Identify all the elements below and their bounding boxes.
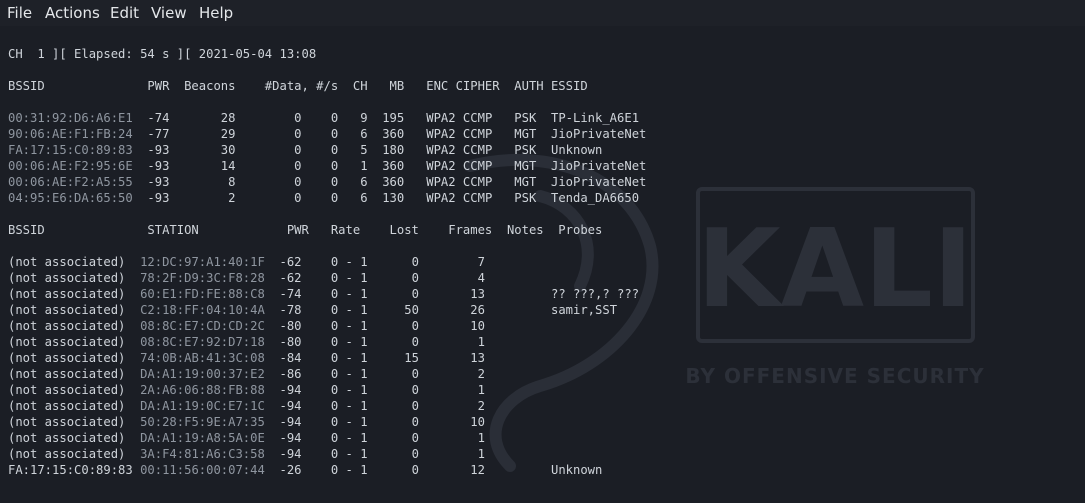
station-mac: 08:8C:E7:CD:CD:2C xyxy=(140,319,265,333)
kali-logo-frame xyxy=(696,187,975,343)
station-row: (not associated) DA:A1:19:A8:5A:0E -94 0… xyxy=(8,430,485,446)
ap-row: 00:31:92:D6:A6:E1 -74 28 0 0 9 195 WPA2 … xyxy=(8,110,639,126)
station-row: (not associated) 08:8C:E7:92:D7:18 -80 0… xyxy=(8,334,485,350)
station-row: (not associated) 12:DC:97:A1:40:1F -62 0… xyxy=(8,254,485,270)
menu-edit[interactable]: Edit xyxy=(110,4,139,22)
station-mac: 78:2F:D9:3C:F8:28 xyxy=(140,271,265,285)
ap-details: -74 28 0 0 9 195 WPA2 CCMP PSK TP-Link_A… xyxy=(132,111,640,125)
ap-details: -93 2 0 0 6 130 WPA2 CCMP PSK Tenda_DA66… xyxy=(132,191,640,205)
ap-details: -93 14 0 0 1 360 WPA2 CCMP MGT JioPrivat… xyxy=(132,159,647,173)
station-details: -94 0 - 1 0 10 xyxy=(264,415,485,429)
station-details: -84 0 - 1 15 13 xyxy=(264,351,485,365)
ap-table-header: BSSID PWR Beacons #Data, #/s CH MB ENC C… xyxy=(8,79,588,93)
station-mac: 08:8C:E7:92:D7:18 xyxy=(140,335,265,349)
station-mac: DA:A1:19:A8:5A:0E xyxy=(140,431,265,445)
station-row: (not associated) 08:8C:E7:CD:CD:2C -80 0… xyxy=(8,318,485,334)
ap-details: -93 30 0 0 5 180 WPA2 CCMP PSK Unknown xyxy=(132,143,603,157)
station-bssid: (not associated) xyxy=(8,415,141,429)
station-bssid: (not associated) xyxy=(8,335,141,349)
station-details: -74 0 - 1 0 13 ?? ???,? ??? xyxy=(264,287,640,301)
station-bssid: FA:17:15:C0:89:83 xyxy=(8,463,141,477)
menu-actions[interactable]: Actions xyxy=(45,4,100,22)
ap-row: FA:17:15:C0:89:83 -93 30 0 0 5 180 WPA2 … xyxy=(8,142,602,158)
ap-bssid: 00:06:AE:F2:A5:55 xyxy=(8,175,133,189)
station-bssid: (not associated) xyxy=(8,303,141,317)
ap-bssid: 00:31:92:D6:A6:E1 xyxy=(8,111,133,125)
station-bssid: (not associated) xyxy=(8,399,141,413)
station-mac: 2A:A6:06:88:FB:88 xyxy=(140,383,265,397)
menu-file[interactable]: File xyxy=(7,4,32,22)
station-details: -26 0 - 1 0 12 Unknown xyxy=(264,463,603,477)
station-mac: 12:DC:97:A1:40:1F xyxy=(140,255,265,269)
station-row: FA:17:15:C0:89:83 00:11:56:00:07:44 -26 … xyxy=(8,462,602,478)
station-bssid: (not associated) xyxy=(8,271,141,285)
station-details: -80 0 - 1 0 10 xyxy=(264,319,485,333)
station-details: -94 0 - 1 0 1 xyxy=(264,431,485,445)
station-bssid: (not associated) xyxy=(8,383,141,397)
station-row: (not associated) 2A:A6:06:88:FB:88 -94 0… xyxy=(8,382,485,398)
menu-help[interactable]: Help xyxy=(199,4,233,22)
station-details: -80 0 - 1 0 1 xyxy=(264,335,485,349)
station-details: -94 0 - 1 0 2 xyxy=(264,399,485,413)
station-bssid: (not associated) xyxy=(8,351,141,365)
station-table-header: BSSID STATION PWR Rate Lost Frames Notes… xyxy=(8,223,603,237)
ap-bssid: 90:06:AE:F1:FB:24 xyxy=(8,127,133,141)
ap-row: 04:95:E6:DA:65:50 -93 2 0 0 6 130 WPA2 C… xyxy=(8,190,639,206)
station-details: -62 0 - 1 0 4 xyxy=(264,271,485,285)
menu-view[interactable]: View xyxy=(151,4,187,22)
station-details: -86 0 - 1 0 2 xyxy=(264,367,485,381)
station-details: -62 0 - 1 0 7 xyxy=(264,255,485,269)
station-row: (not associated) DA:A1:19:00:37:E2 -86 0… xyxy=(8,366,485,382)
ap-row: 00:06:AE:F2:A5:55 -93 8 0 0 6 360 WPA2 C… xyxy=(8,174,646,190)
station-row: (not associated) 60:E1:FD:FE:88:C8 -74 0… xyxy=(8,286,639,302)
ap-details: -93 8 0 0 6 360 WPA2 CCMP MGT JioPrivate… xyxy=(132,175,647,189)
station-mac: 60:E1:FD:FE:88:C8 xyxy=(140,287,265,301)
station-details: -78 0 - 1 50 26 samir,SST xyxy=(264,303,618,317)
ap-bssid: 00:06:AE:F2:95:6E xyxy=(8,159,133,173)
station-row: (not associated) C2:18:FF:04:10:4A -78 0… xyxy=(8,302,617,318)
station-row: (not associated) DA:A1:19:0C:E7:1C -94 0… xyxy=(8,398,485,414)
ap-details: -77 29 0 0 6 360 WPA2 CCMP MGT JioPrivat… xyxy=(132,127,647,141)
station-bssid: (not associated) xyxy=(8,447,141,461)
ap-bssid: FA:17:15:C0:89:83 xyxy=(8,143,133,157)
station-row: (not associated) 78:2F:D9:3C:F8:28 -62 0… xyxy=(8,270,485,286)
kali-logo-text: KALI xyxy=(697,207,973,332)
station-mac: 3A:F4:81:A6:C3:58 xyxy=(140,447,265,461)
station-bssid: (not associated) xyxy=(8,319,141,333)
station-bssid: (not associated) xyxy=(8,431,141,445)
station-mac: DA:A1:19:00:37:E2 xyxy=(140,367,265,381)
kali-logo-subtitle: BY OFFENSIVE SECURITY xyxy=(685,364,984,388)
station-mac: 50:28:F5:9E:A7:35 xyxy=(140,415,265,429)
menu-bar: File Actions Edit View Help xyxy=(0,0,1085,26)
station-details: -94 0 - 1 0 1 xyxy=(264,383,485,397)
status-line: CH 1 ][ Elapsed: 54 s ][ 2021-05-04 13:0… xyxy=(8,47,317,61)
station-mac: C2:18:FF:04:10:4A xyxy=(140,303,265,317)
station-details: -94 0 - 1 0 1 xyxy=(264,447,485,461)
ap-bssid: 04:95:E6:DA:65:50 xyxy=(8,191,133,205)
station-mac: 74:0B:AB:41:3C:08 xyxy=(140,351,265,365)
station-row: (not associated) 3A:F4:81:A6:C3:58 -94 0… xyxy=(8,446,485,462)
station-bssid: (not associated) xyxy=(8,367,141,381)
ap-row: 00:06:AE:F2:95:6E -93 14 0 0 1 360 WPA2 … xyxy=(8,158,646,174)
station-bssid: (not associated) xyxy=(8,287,141,301)
station-mac: DA:A1:19:0C:E7:1C xyxy=(140,399,265,413)
ap-row: 90:06:AE:F1:FB:24 -77 29 0 0 6 360 WPA2 … xyxy=(8,126,646,142)
station-bssid: (not associated) xyxy=(8,255,141,269)
station-mac: 00:11:56:00:07:44 xyxy=(140,463,265,477)
terminal-output[interactable]: KALI BY OFFENSIVE SECURITY CH 1 ][ Elaps… xyxy=(0,26,1085,503)
station-row: (not associated) 74:0B:AB:41:3C:08 -84 0… xyxy=(8,350,485,366)
station-row: (not associated) 50:28:F5:9E:A7:35 -94 0… xyxy=(8,414,485,430)
